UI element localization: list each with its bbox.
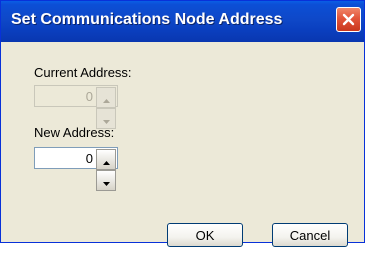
arrow-down-icon (102, 171, 110, 190)
current-address-value: 0 (85, 89, 93, 104)
new-address-spinner[interactable]: 0 (34, 147, 118, 191)
arrow-up-icon (102, 88, 110, 107)
current-address-label: Current Address: (34, 65, 132, 80)
cancel-button[interactable]: Cancel (272, 223, 348, 247)
title-bar[interactable]: Set Communications Node Address (1, 1, 364, 42)
current-address-arrows (96, 87, 116, 129)
ok-button[interactable]: OK (167, 223, 243, 247)
arrow-up-icon (102, 150, 110, 169)
window-title: Set Communications Node Address (11, 11, 283, 28)
new-address-value[interactable]: 0 (86, 151, 93, 166)
close-icon (342, 13, 355, 26)
spin-down-button[interactable] (96, 170, 116, 191)
close-button[interactable] (336, 7, 361, 32)
current-address-spinner: 0 (34, 85, 118, 129)
dialog-window: Set Communications Node Address Current … (0, 0, 365, 247)
spin-up-button (96, 87, 116, 108)
new-address-label: New Address: (34, 125, 115, 140)
spin-up-button[interactable] (96, 149, 116, 170)
new-address-arrows (96, 149, 116, 191)
